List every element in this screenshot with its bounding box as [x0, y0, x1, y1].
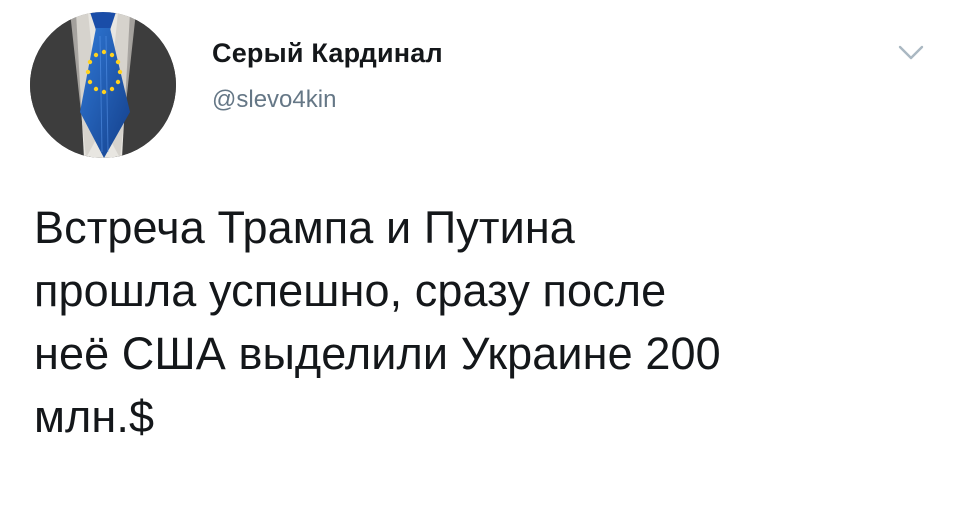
suit-eu-tie-avatar-icon: [30, 12, 176, 158]
chevron-down-icon: [898, 45, 924, 60]
tweet-text: Встреча Трампа и Путина прошла успешно, …: [34, 202, 721, 442]
tweet-card: Серый Кардинал @slevo4kin Встреча Трампа…: [0, 0, 960, 529]
tweet-menu-button[interactable]: [894, 40, 928, 66]
author-avatar[interactable]: [30, 12, 176, 158]
author-handle[interactable]: @slevo4kin: [212, 86, 336, 114]
author-display-name[interactable]: Серый Кардинал: [212, 38, 443, 69]
